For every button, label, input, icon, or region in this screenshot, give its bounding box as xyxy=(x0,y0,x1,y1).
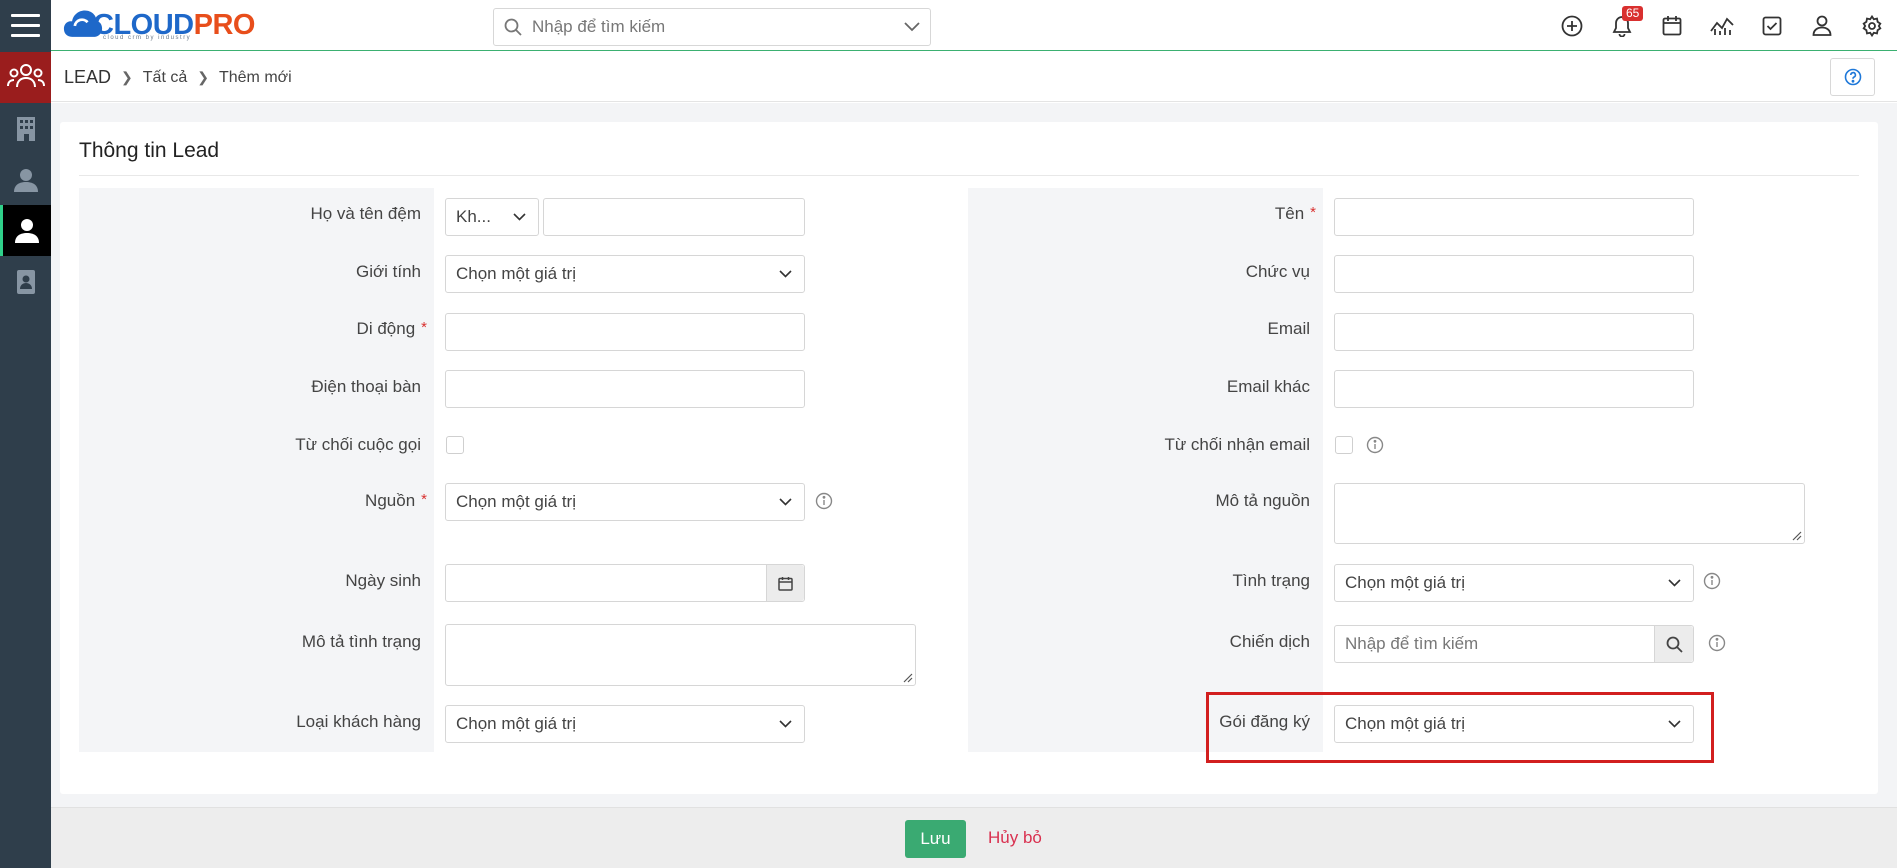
gender-select[interactable]: Chọn một giá trị xyxy=(445,255,805,293)
status-select[interactable]: Chọn một giá trị xyxy=(1334,564,1694,602)
full-name-label: Họ và tên đệm xyxy=(310,204,421,223)
form-footer: Lưu Hủy bỏ xyxy=(51,807,1897,868)
email-other-input[interactable] xyxy=(1334,370,1694,408)
search-icon xyxy=(1666,636,1683,653)
email-other-label: Email khác xyxy=(1226,377,1310,396)
landline-label: Điện thoại bàn xyxy=(311,377,421,396)
document-person-icon[interactable] xyxy=(0,256,51,307)
chevron-down-icon xyxy=(779,720,792,728)
source-desc-label: Mô tả nguồn xyxy=(1215,491,1310,510)
status-label: Tình trạng xyxy=(1232,571,1311,590)
contact-icon[interactable] xyxy=(0,154,51,205)
save-button[interactable]: Lưu xyxy=(905,820,966,858)
person-icon[interactable] xyxy=(0,205,51,256)
campaign-search-input[interactable]: Nhập để tìm kiếm xyxy=(1334,625,1694,663)
help-button[interactable] xyxy=(1830,58,1875,96)
first-name-label: Tên * xyxy=(1274,204,1316,223)
form-title: Thông tin Lead xyxy=(79,139,220,162)
campaign-search-button[interactable] xyxy=(1654,626,1693,662)
info-icon[interactable] xyxy=(815,492,833,510)
building-icon[interactable] xyxy=(0,103,51,154)
breadcrumb-all[interactable]: Tất cả xyxy=(143,69,187,87)
source-select[interactable]: Chọn một giá trị xyxy=(445,483,805,521)
highlight-annotation-box xyxy=(1206,692,1714,763)
checkbox-icon[interactable] xyxy=(1747,0,1797,51)
mobile-label: Di động * xyxy=(356,319,427,338)
search-placeholder: Nhập để tìm kiếm xyxy=(532,17,666,36)
gender-label: Giới tính xyxy=(355,262,421,281)
breadcrumb-separator-icon: ❯ xyxy=(197,69,209,85)
reject-call-checkbox[interactable] xyxy=(446,436,464,454)
hamburger-menu-icon[interactable] xyxy=(0,0,51,51)
reject-email-label: Từ chối nhận email xyxy=(1164,435,1310,454)
mobile-input[interactable] xyxy=(445,313,805,351)
birthday-label: Ngày sinh xyxy=(345,571,421,590)
position-input[interactable] xyxy=(1334,255,1694,293)
calendar-icon xyxy=(778,576,793,591)
notification-badge: 65 xyxy=(1622,6,1644,21)
breadcrumb-separator-icon: ❯ xyxy=(121,69,133,85)
breadcrumb-bar: LEAD ❯ Tất cả ❯ Thêm mới xyxy=(51,52,1897,102)
email-label: Email xyxy=(1267,319,1310,338)
status-desc-textarea[interactable] xyxy=(445,624,916,686)
chevron-down-icon xyxy=(779,498,792,506)
birthday-input[interactable] xyxy=(445,564,805,602)
cancel-link[interactable]: Hủy bỏ xyxy=(988,828,1042,848)
chevron-down-icon[interactable] xyxy=(904,22,920,32)
global-search-input[interactable]: Nhập để tìm kiếm xyxy=(493,8,931,46)
source-desc-textarea[interactable] xyxy=(1334,483,1805,544)
left-sidebar xyxy=(0,0,51,868)
info-icon[interactable] xyxy=(1366,436,1384,454)
divider xyxy=(79,175,1859,176)
search-icon xyxy=(504,18,522,36)
customer-type-label: Loại khách hàng xyxy=(296,712,421,731)
customer-type-select[interactable]: Chọn một giá trị xyxy=(445,705,805,743)
calendar-icon[interactable] xyxy=(1647,0,1697,51)
salutation-select[interactable]: Kh... xyxy=(445,198,539,236)
info-icon[interactable] xyxy=(1703,572,1721,590)
source-label: Nguồn * xyxy=(365,491,427,510)
campaign-label: Chiến dịch xyxy=(1229,632,1310,651)
breadcrumb-lead[interactable]: LEAD xyxy=(64,67,111,88)
middle-name-input[interactable] xyxy=(543,198,805,236)
gear-icon[interactable] xyxy=(1847,0,1897,51)
email-input[interactable] xyxy=(1334,313,1694,351)
first-name-input[interactable] xyxy=(1334,198,1694,236)
landline-input[interactable] xyxy=(445,370,805,408)
info-icon[interactable] xyxy=(1708,634,1726,652)
breadcrumb: LEAD ❯ Tất cả ❯ Thêm mới xyxy=(64,67,292,88)
bell-icon[interactable]: 65 xyxy=(1597,0,1647,51)
breadcrumb-add-new: Thêm mới xyxy=(218,68,292,86)
top-header: CLOUDPRO cloud crm by industry Nhập để t… xyxy=(51,0,1897,51)
help-icon xyxy=(1844,68,1861,86)
add-circle-icon[interactable] xyxy=(1547,0,1597,51)
user-icon[interactable] xyxy=(1797,0,1847,51)
calendar-picker-button[interactable] xyxy=(766,565,804,601)
status-desc-label: Mô tả tình trạng xyxy=(301,632,421,651)
chevron-down-icon xyxy=(779,270,792,278)
chart-icon[interactable] xyxy=(1697,0,1747,51)
reject-email-checkbox[interactable] xyxy=(1335,436,1353,454)
chevron-down-icon xyxy=(513,213,526,221)
reject-call-label: Từ chối cuộc gọi xyxy=(295,435,421,454)
resize-handle-icon[interactable] xyxy=(903,673,913,683)
leads-group-icon[interactable] xyxy=(0,52,51,103)
cloudpro-logo[interactable]: CLOUDPRO cloud crm by industry xyxy=(63,5,255,45)
chevron-down-icon xyxy=(1668,579,1681,587)
resize-handle-icon[interactable] xyxy=(1792,531,1802,541)
position-label: Chức vụ xyxy=(1245,262,1310,281)
